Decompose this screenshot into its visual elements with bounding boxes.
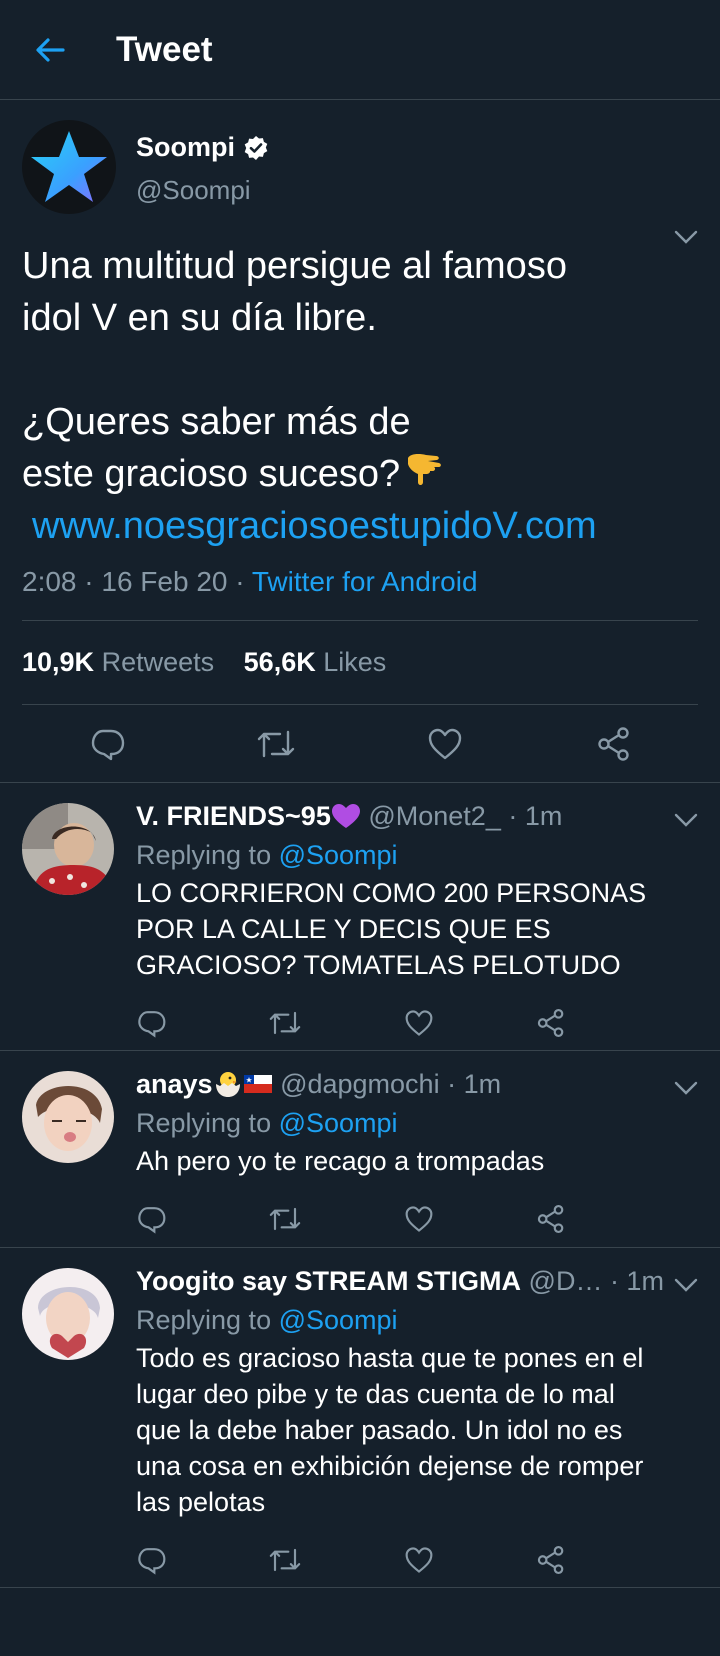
- likes-label[interactable]: Likes: [323, 647, 386, 677]
- tweet-timestamp: 2:08 · 16 Feb 20 ·: [22, 566, 252, 597]
- reply-handle: @Monet2_ · 1m: [368, 801, 563, 831]
- reply-tweet[interactable]: V. FRIENDS~95 @Monet2_ · 1m Replying to …: [0, 783, 720, 1051]
- author-name[interactable]: Soompi: [136, 132, 235, 163]
- pointing-down-emoji-icon: [408, 454, 442, 485]
- reply-tweet[interactable]: anays @dapgmochi · 1m Replying to @Soomp…: [0, 1051, 720, 1248]
- tweet-stats: 10,9K Retweets 56,6K Likes: [22, 621, 698, 705]
- mention-link[interactable]: @Soompi: [279, 840, 398, 870]
- reply-handle: @dapgmochi · 1m: [280, 1069, 502, 1099]
- reply-icon[interactable]: [136, 1204, 166, 1234]
- like-icon[interactable]: [404, 1009, 434, 1037]
- chevron-down-icon[interactable]: [674, 1278, 698, 1297]
- retweet-icon[interactable]: [268, 1204, 302, 1234]
- tweet-meta: 2:08 · 16 Feb 20 · Twitter for Android: [22, 566, 698, 621]
- reply-author-name[interactable]: anays: [136, 1069, 213, 1099]
- page-title: Tweet: [116, 29, 213, 69]
- retweets-label[interactable]: Retweets: [102, 647, 215, 677]
- retweet-icon[interactable]: [268, 1008, 302, 1038]
- reply-icon[interactable]: [87, 724, 127, 764]
- share-icon[interactable]: [536, 1204, 566, 1234]
- share-icon[interactable]: [536, 1008, 566, 1038]
- reply-actions: [136, 1520, 566, 1600]
- tweet-text-line: este gracioso suceso?: [22, 453, 401, 495]
- tweet-source-link[interactable]: Twitter for Android: [252, 566, 478, 597]
- chile-flag-icon: [243, 1075, 272, 1093]
- hatching-chick-emoji-icon: [215, 1072, 240, 1097]
- like-icon[interactable]: [404, 1205, 434, 1233]
- mention-link[interactable]: @Soompi: [279, 1108, 398, 1138]
- reply-text: Todo es gracioso hasta que te pones en e…: [136, 1343, 644, 1517]
- tweet-text: Una multitud persigue al famoso idol V e…: [22, 240, 698, 552]
- reply-icon[interactable]: [136, 1008, 166, 1038]
- main-tweet: Soompi @Soompi Una multitud persigue al …: [0, 100, 720, 783]
- reply-icon[interactable]: [136, 1545, 166, 1575]
- tweet-text-line: idol V en su día libre.: [22, 297, 377, 339]
- top-bar: Tweet: [0, 0, 720, 100]
- tweet-text-line: Una multitud persigue al famoso: [22, 245, 567, 287]
- reply-actions: [136, 1179, 566, 1259]
- author-handle: @Soompi: [136, 175, 251, 205]
- chevron-down-icon[interactable]: [674, 1081, 698, 1100]
- share-icon[interactable]: [594, 724, 634, 764]
- reply-text: Ah pero yo te recago a trompadas: [136, 1146, 545, 1176]
- replying-to-label: Replying to: [136, 1108, 279, 1138]
- avatar[interactable]: [22, 1071, 114, 1163]
- reply-author-name[interactable]: Yoogito say STREAM STIGMA: [136, 1266, 521, 1296]
- share-icon[interactable]: [536, 1545, 566, 1575]
- purple-heart-emoji-icon: [331, 804, 360, 828]
- tweet-link[interactable]: www.noesgraciosoestupidoV.com: [22, 500, 698, 552]
- avatar[interactable]: [22, 1268, 114, 1360]
- tweet-actions: [0, 705, 720, 783]
- back-arrow-icon[interactable]: [30, 30, 70, 70]
- replying-to-label: Replying to: [136, 840, 279, 870]
- retweet-icon[interactable]: [256, 724, 296, 764]
- chevron-down-icon[interactable]: [674, 813, 698, 832]
- avatar[interactable]: [22, 120, 116, 214]
- avatar[interactable]: [22, 803, 114, 895]
- tweet-text-line: ¿Queres saber más de: [22, 401, 411, 443]
- like-icon[interactable]: [404, 1546, 434, 1574]
- chevron-down-icon[interactable]: [674, 230, 698, 249]
- verified-badge-icon: [244, 135, 268, 160]
- likes-count[interactable]: 56,6K: [244, 647, 316, 677]
- reply-handle: @D… · 1m: [528, 1266, 664, 1296]
- reply-tweet[interactable]: Yoogito say STREAM STIGMA @D… · 1m Reply…: [0, 1248, 720, 1588]
- mention-link[interactable]: @Soompi: [279, 1305, 398, 1335]
- reply-text: LO CORRIERON COMO 200 PERSONAS POR LA CA…: [136, 878, 647, 980]
- retweet-icon[interactable]: [268, 1545, 302, 1575]
- replying-to-label: Replying to: [136, 1305, 279, 1335]
- like-icon[interactable]: [425, 724, 465, 764]
- retweets-count[interactable]: 10,9K: [22, 647, 94, 677]
- reply-author-name[interactable]: V. FRIENDS~95: [136, 801, 331, 831]
